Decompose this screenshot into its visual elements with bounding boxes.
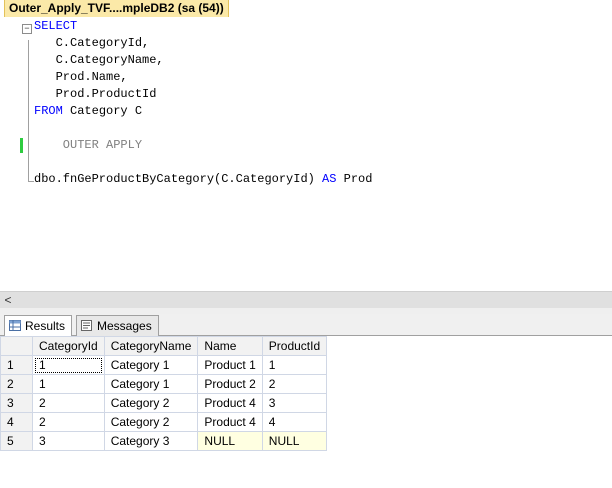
code-line: Prod.ProductId [34, 86, 157, 103]
code-line: OUTER APPLY [34, 137, 142, 154]
row-number[interactable]: 5 [0, 431, 33, 451]
grid-cell[interactable]: 2 [32, 412, 105, 432]
grid-cell[interactable]: Category 3 [103, 431, 199, 451]
table-row[interactable]: 1 1 Category 1 Product 11 [0, 355, 328, 375]
code-token: AS [322, 172, 337, 186]
code-line: FROM Category C [34, 103, 142, 120]
grid-cell[interactable]: NULL [261, 431, 328, 451]
table-row[interactable]: 5 3 Category 3 NULL NULL [0, 431, 328, 451]
column-header-productid[interactable]: ProductId [261, 336, 328, 356]
grid-cell[interactable]: Category 1 [103, 355, 199, 375]
grid-cell[interactable]: NULL [197, 431, 263, 451]
document-tab-strip: Outer_Apply_TVF....mpleDB2 (sa (54)) [0, 0, 612, 18]
tab-messages[interactable]: Messages [76, 315, 159, 336]
grid-cell[interactable]: Product 4 [197, 393, 263, 413]
messages-icon [81, 320, 92, 331]
grid-cell[interactable]: 3 [261, 393, 328, 413]
results-grid-area: CategoryId CategoryName Name ProductId 1… [0, 336, 612, 488]
grid-cell[interactable]: Product 1 [197, 355, 263, 375]
sql-editor[interactable]: − SELECT C.CategoryId, C.CategoryName, P… [0, 18, 612, 291]
code-token: FROM [34, 104, 63, 118]
code-token: Prod.ProductId [34, 87, 157, 101]
code-line: Prod.Name, [34, 69, 128, 86]
collapse-icon[interactable]: − [22, 24, 32, 34]
grid-icon [9, 320, 21, 331]
grid-cell[interactable]: Category 2 [103, 412, 199, 432]
code-token: Category C [62, 104, 143, 118]
row-number[interactable]: 4 [0, 412, 33, 432]
code-line: SELECT [34, 18, 77, 35]
table-row[interactable]: 2 1 Category 1 Product 22 [0, 374, 328, 394]
grid-corner[interactable] [0, 336, 33, 356]
grid-cell[interactable]: Product 2 [197, 374, 263, 394]
column-header-categoryid[interactable]: CategoryId [32, 336, 105, 356]
result-tab-strip: Results Messages [0, 314, 612, 337]
grid-cell[interactable]: 1 [32, 355, 105, 375]
grid-header-row: CategoryId CategoryName Name ProductId [0, 336, 328, 356]
row-number[interactable]: 2 [0, 374, 33, 394]
code-line: dbo.fnGeProductByCategory(C.CategoryId) … [34, 171, 372, 188]
column-header-name[interactable]: Name [197, 336, 263, 356]
code-token: Prod [336, 172, 373, 186]
code-token: dbo.fnGeProductByCategory(C.CategoryId) [34, 172, 323, 186]
fold-guide-line [28, 40, 29, 182]
grid-cell[interactable]: 1 [32, 374, 105, 394]
row-number[interactable]: 3 [0, 393, 33, 413]
changed-line-marker [20, 138, 23, 153]
code-line: C.CategoryName, [34, 52, 164, 69]
code-token: C.CategoryId, [34, 36, 150, 50]
results-grid: CategoryId CategoryName Name ProductId 1… [0, 336, 328, 451]
grid-cell[interactable]: 3 [32, 431, 105, 451]
grid-cell[interactable]: 1 [261, 355, 328, 375]
grid-cell[interactable]: 2 [261, 374, 328, 394]
tab-results-label: Results [25, 319, 66, 333]
table-row[interactable]: 3 2 Category 2 Product 43 [0, 393, 328, 413]
code-token: OUTER APPLY [34, 138, 143, 152]
code-token: SELECT [34, 19, 78, 33]
grid-cell[interactable]: Category 1 [103, 374, 199, 394]
grid-cell[interactable]: 2 [32, 393, 105, 413]
tab-messages-label: Messages [97, 319, 152, 333]
table-row[interactable]: 4 2 Category 2 Product 44 [0, 412, 328, 432]
scroll-left-icon[interactable]: < [2, 292, 14, 309]
column-header-categoryname[interactable]: CategoryName [103, 336, 199, 356]
code-line: C.CategoryId, [34, 35, 150, 52]
grid-cell[interactable]: Category 2 [103, 393, 199, 413]
horizontal-scrollbar[interactable]: < [0, 291, 612, 309]
tab-results[interactable]: Results [4, 315, 73, 337]
code-token: C.CategoryName, [34, 53, 164, 67]
query-document-tab[interactable]: Outer_Apply_TVF....mpleDB2 (sa (54)) [4, 0, 229, 17]
code-token: Prod.Name, [34, 70, 128, 84]
grid-cell[interactable]: 4 [261, 412, 328, 432]
row-number[interactable]: 1 [0, 355, 33, 375]
grid-cell[interactable]: Product 4 [197, 412, 263, 432]
